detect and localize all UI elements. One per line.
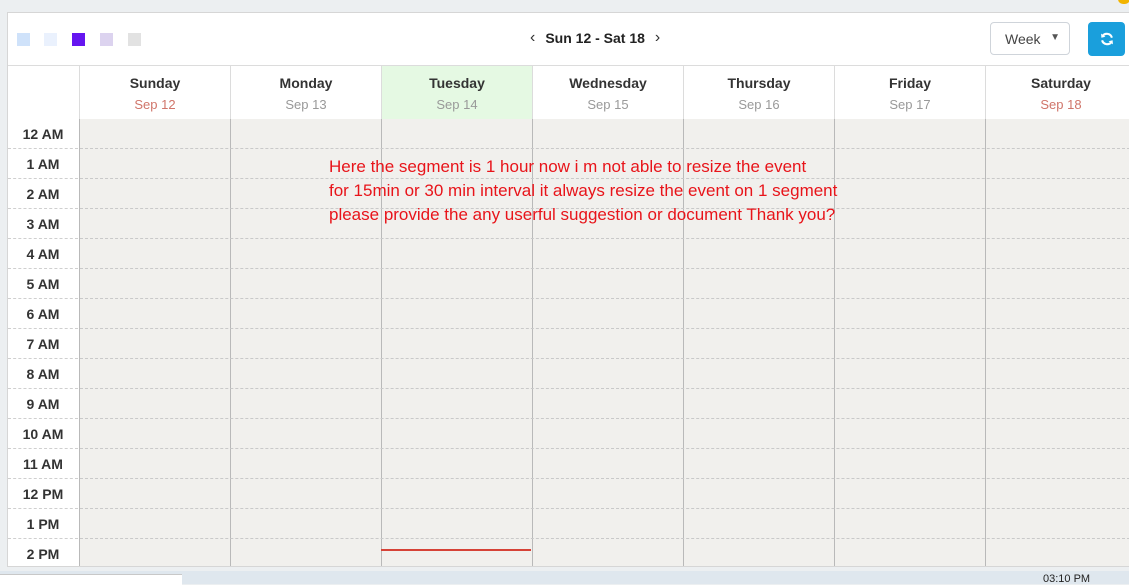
day-column-sunday[interactable] bbox=[79, 119, 230, 566]
taskbar-clock: 03:10 PM bbox=[1043, 573, 1091, 585]
refresh-icon bbox=[1100, 32, 1113, 46]
scheduler-toolbar: ‹ Sun 12 - Sat 18 › Week ▼ bbox=[8, 13, 1129, 65]
hour-gridline bbox=[80, 448, 1129, 449]
view-select-value: Week bbox=[1005, 30, 1041, 47]
time-slot-label: 6 AM bbox=[8, 299, 78, 329]
view-select[interactable]: Week ▼ bbox=[990, 22, 1070, 55]
time-grid: 12 AM 1 AM 2 AM 3 AM 4 AM 5 AM 6 AM 7 AM 8 AM 9 A… bbox=[8, 119, 1129, 566]
time-slot-label: 12 PM bbox=[8, 479, 78, 509]
day-date: Sep 15 bbox=[587, 97, 629, 112]
chevron-left-icon[interactable]: ‹ bbox=[528, 29, 537, 47]
day-name: Sunday bbox=[129, 75, 181, 91]
annotation-text: Here the segment is 1 hour now i m not a… bbox=[329, 157, 838, 224]
hour-gridline bbox=[80, 508, 1129, 509]
day-column-saturday[interactable] bbox=[985, 119, 1129, 566]
hour-gridline bbox=[80, 148, 1129, 149]
chevron-down-icon: ▼ bbox=[1050, 32, 1060, 43]
hour-gridline bbox=[80, 268, 1129, 269]
time-slot-label: 8 AM bbox=[8, 359, 78, 389]
time-slot-label: 12 AM bbox=[8, 119, 78, 149]
hour-gridline bbox=[80, 298, 1129, 299]
chevron-right-icon[interactable]: › bbox=[653, 29, 662, 47]
day-header-sunday[interactable]: Sunday Sep 12 bbox=[79, 66, 230, 119]
time-gutter: 12 AM 1 AM 2 AM 3 AM 4 AM 5 AM 6 AM 7 AM 8 AM 9 A… bbox=[8, 119, 80, 566]
day-name: Wednesday bbox=[569, 75, 647, 91]
swatch-light-blue[interactable] bbox=[17, 33, 30, 46]
day-header-wednesday[interactable]: Wednesday Sep 15 bbox=[532, 66, 683, 119]
date-range-label[interactable]: Sun 12 - Sat 18 bbox=[545, 30, 645, 46]
day-date: Sep 18 bbox=[1040, 97, 1082, 112]
day-date: Sep 17 bbox=[889, 97, 931, 112]
day-date: Sep 14 bbox=[436, 97, 478, 112]
time-slot-label: 10 AM bbox=[8, 419, 78, 449]
time-slot-label: 3 AM bbox=[8, 209, 78, 239]
hour-gridline bbox=[80, 538, 1129, 539]
hour-gridline bbox=[80, 418, 1129, 419]
day-date: Sep 16 bbox=[738, 97, 780, 112]
day-header-thursday[interactable]: Thursday Sep 16 bbox=[683, 66, 834, 119]
day-header-row: Sunday Sep 12 Monday Sep 13 Tuesday Sep 14 Wed… bbox=[8, 65, 1129, 120]
scheduler: ‹ Sun 12 - Sat 18 › Week ▼ Sunday Sep 12 M… bbox=[7, 12, 1129, 567]
day-name: Friday bbox=[888, 75, 931, 91]
refresh-button[interactable] bbox=[1088, 22, 1125, 56]
day-name: Saturday bbox=[1031, 75, 1091, 91]
day-name: Tuesday bbox=[429, 75, 485, 91]
hour-gridline bbox=[80, 358, 1129, 359]
swatch-lavender[interactable] bbox=[100, 33, 113, 46]
time-slot-label: 4 AM bbox=[8, 239, 78, 269]
time-slot-label: 1 PM bbox=[8, 509, 78, 539]
hour-gridline bbox=[80, 238, 1129, 239]
day-date: Sep 13 bbox=[285, 97, 327, 112]
event-resize-indicator[interactable] bbox=[381, 549, 531, 551]
time-slot-label: 7 AM bbox=[8, 329, 78, 359]
time-slot-label: 1 AM bbox=[8, 149, 78, 179]
day-header-friday[interactable]: Friday Sep 17 bbox=[834, 66, 985, 119]
notification-dot bbox=[1118, 0, 1129, 4]
swatch-pale-blue[interactable] bbox=[44, 33, 57, 46]
day-header-tuesday[interactable]: Tuesday Sep 14 bbox=[381, 66, 532, 119]
day-name: Monday bbox=[279, 75, 333, 91]
time-slot-label: 11 AM bbox=[8, 449, 78, 479]
time-slot-label: 9 AM bbox=[8, 389, 78, 419]
day-header-monday[interactable]: Monday Sep 13 bbox=[230, 66, 381, 119]
time-slot-label: 2 AM bbox=[8, 179, 78, 209]
time-slot-label: 5 AM bbox=[8, 269, 78, 299]
time-slot-label: 2 PM bbox=[8, 539, 78, 566]
hour-gridline bbox=[80, 328, 1129, 329]
taskbar-search[interactable] bbox=[0, 574, 182, 585]
day-date: Sep 12 bbox=[134, 97, 176, 112]
day-name: Thursday bbox=[727, 75, 791, 91]
hour-gridline bbox=[80, 388, 1129, 389]
date-navigator: ‹ Sun 12 - Sat 18 › bbox=[528, 27, 662, 49]
swatch-gray[interactable] bbox=[128, 33, 141, 46]
hour-gridline bbox=[80, 478, 1129, 479]
day-header-saturday[interactable]: Saturday Sep 18 bbox=[985, 66, 1129, 119]
swatch-purple[interactable] bbox=[72, 33, 85, 46]
taskbar: 03:10 PM bbox=[0, 571, 1129, 585]
